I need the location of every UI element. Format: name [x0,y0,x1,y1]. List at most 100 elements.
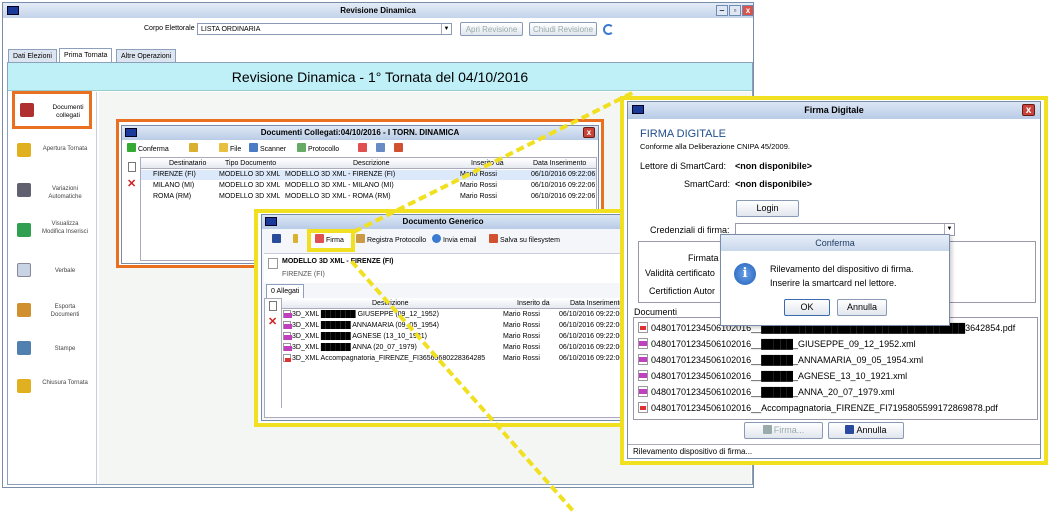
table-row[interactable]: MILANO (MI) MODELLO 3D XML MODELLO 3D XM… [141,181,596,191]
col-destinatario[interactable]: Destinatario [169,158,206,169]
tab-dati-elezioni[interactable]: Dati Elezioni [8,49,57,63]
window-button[interactable] [376,143,387,156]
edit-icon [17,223,31,237]
xml-file-icon [638,354,648,365]
ok-button[interactable]: OK [784,299,830,316]
page-icon [17,263,31,277]
status-bar: Rilevamento dispositivo di firma... [628,444,1040,458]
xml-file-icon [638,338,648,349]
sidebar-item-label: Variazioni Automatiche [48,186,82,200]
close-icon[interactable]: x [583,127,595,138]
sign-icon [358,143,367,152]
col-data[interactable]: Data Inserimento [570,298,623,309]
attachment-label: 3D_XML ███████ GIUSEPPE (09_12_1952) [283,310,483,319]
registra-label: Registra Protocollo [367,237,427,244]
sidebar-item-visualizza[interactable]: Visualizza Modifica Inserisci [12,215,92,255]
sidebar-item-chiusura[interactable]: Chiusura Tornata [12,371,92,411]
col-data[interactable]: Data Inserimento [533,158,586,169]
table-row[interactable]: ROMA (RM) MODELLO 3D XML MODELLO 3D XML … [141,192,596,202]
tab-altre-operazioni[interactable]: Altre Operazioni [116,49,177,63]
close-icon[interactable]: x [742,5,754,16]
tab-allegati-label: Allegati [276,288,300,295]
list-item[interactable]: 3D_XML ██████ ANNA (20_07_1979) Mario Ro… [282,343,625,353]
attachment-icon: 0 [271,288,275,295]
attachment-label: 3D_XML ██████ ANNAMARIA (09_05_1954) [283,321,483,330]
sidebar-item-variazioni[interactable]: Variazioni Automatiche [12,175,92,215]
salva-filesystem-button[interactable]: Salva su filesystem [489,234,560,247]
delete-icon[interactable]: ✕ [268,315,277,328]
list-item[interactable]: 04801701234506102016__█████_AGNESE_13_10… [638,370,907,381]
sidebar-item-stampe[interactable]: Stampe [12,333,92,373]
annulla-button[interactable]: Annulla [828,422,904,439]
table-row[interactable]: FIRENZE (FI) MODELLO 3D XML MODELLO 3D X… [141,170,596,180]
save-button[interactable] [272,234,283,247]
scanner-button[interactable]: Scanner [249,143,286,156]
main-titlebar: Revisione Dinamica ‒ ▫ x [3,3,754,18]
tab-allegati[interactable]: 0 Allegati [266,284,305,299]
filter-button[interactable] [293,234,300,247]
cert-label: Certifiction Autor [649,286,716,296]
pdf-file-icon [638,402,648,413]
invia-email-button[interactable]: Invia email [432,234,476,247]
confirm-annulla-button[interactable]: Annulla [837,299,887,316]
col-tipo[interactable]: Tipo Documento [225,158,276,169]
filter-button[interactable] [189,143,200,156]
firma-button[interactable]: Firma [315,234,344,247]
close-icon[interactable]: x [1022,104,1035,116]
window-icon [376,143,385,152]
sidebar-item-verbale[interactable]: Verbale [12,255,92,295]
list-item[interactable]: 04801701234506102016__█████_ANNAMARIA_09… [638,354,923,365]
apri-revisione-button[interactable]: Apri Revisione [460,22,523,36]
printer-icon [17,341,31,355]
new-doc-icon[interactable] [128,162,136,172]
sidebar-item-label: Documenti collegati [52,104,84,119]
list-item[interactable]: 04801701234506102016__Accompagnatoria_FI… [638,402,998,413]
restore-icon[interactable]: ▫ [729,5,741,16]
firma-submit-button[interactable]: Firma... [744,422,823,439]
banner: Revisione Dinamica - 1° Tornata del 04/1… [8,63,752,91]
refresh-icon[interactable] [603,24,614,35]
document-icon [268,258,278,269]
login-button[interactable]: Login [736,200,799,217]
chevron-down-icon[interactable]: ▼ [441,24,451,34]
allegati-grid: Descrizione Inserito da Data Inserimento… [281,298,625,408]
protocollo-button[interactable]: Protocollo [297,143,339,156]
minimize-icon[interactable]: ‒ [716,5,728,16]
corpo-select[interactable]: LISTA ORDINARIA ▼ [197,23,452,35]
sidebar-item-esporta[interactable]: Esporta Documenti [12,295,92,335]
stamp-button[interactable] [394,143,405,156]
sidebar-item-apertura[interactable]: Apertura Tornata [12,135,92,175]
cell-descrizione: 3D_XML Accompagnatoria_FIRENZE_FI3656568… [292,355,486,362]
list-item[interactable]: 3D_XML ██████ AGNESE (13_10_1921) Mario … [282,332,625,342]
generic-titlebar: Documento Generico [262,215,624,229]
sign-button[interactable] [358,143,369,156]
delete-icon[interactable]: ✕ [127,177,136,190]
credenziali-label: Credenziali di firma: [650,225,730,235]
sign-icon [315,234,324,243]
registra-protocollo-button[interactable]: Registra Protocollo [356,234,426,247]
cell-descrizione: MODELLO 3D XML - MILANO (MI) [285,182,394,189]
file-button[interactable]: File [219,143,241,156]
new-doc-icon[interactable] [269,301,277,311]
sidebar-item-label: Apertura Tornata [42,146,88,152]
confirm-title: Conferma [815,238,855,248]
disk-icon [489,234,498,243]
sidebar-item-documenti[interactable]: Documenti collegati [12,91,92,129]
col-inserito[interactable]: Inserito da [517,298,550,309]
conferma-button[interactable]: Conferma [127,143,169,156]
xml-file-icon [638,370,648,381]
firma-label: Firma [326,237,344,244]
list-item[interactable]: 04801701234506102016__█████_GIUSEPPE_09_… [638,338,916,349]
sidebar-item-label: Verbale [54,268,76,274]
list-item[interactable]: 04801701234506102016__█████_ANNA_20_07_1… [638,386,895,397]
list-item[interactable]: 3D_XML Accompagnatoria_FIRENZE_FI3656568… [282,354,625,364]
attachment-label: 3D_XML ██████ AGNESE (13_10_1921) [283,332,483,341]
list-item[interactable]: 3D_XML ██████ ANNAMARIA (09_05_1954) Mar… [282,321,625,331]
tab-prima-tornata[interactable]: Prima Tornata [59,48,113,63]
list-item[interactable]: 3D_XML ███████ GIUSEPPE (09_12_1952) Mar… [282,310,625,320]
chiudi-revisione-button[interactable]: Chiudi Revisione [529,22,597,36]
salva-label: Salva su filesystem [500,237,560,244]
firma-submit-label: Firma... [773,425,805,435]
file-name: 04801701234506102016__Accompagnatoria_FI… [651,403,998,413]
col-descrizione[interactable]: Descrizione [353,158,390,169]
